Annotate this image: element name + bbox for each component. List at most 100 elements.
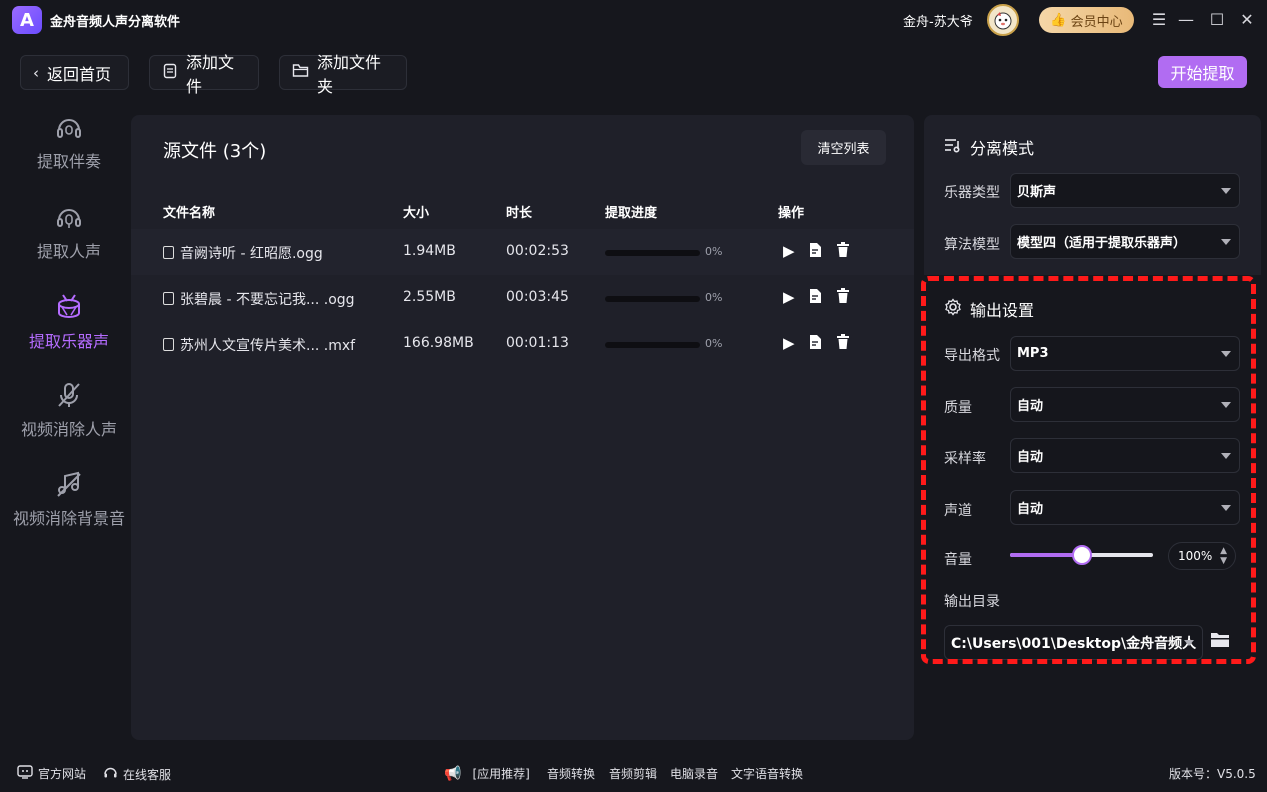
instrument-type-select[interactable]: 贝斯声 — [1010, 173, 1240, 208]
output-dir-select[interactable]: C:\Users\001\Desktop\金舟音频人 — [944, 625, 1203, 660]
column-header-name: 文件名称 — [163, 206, 216, 221]
caret-down-icon — [1184, 640, 1194, 646]
file-duration: 00:02:53 — [506, 243, 569, 259]
footer: 官方网站 在线客服 📢 [应用推荐] 音频转换 音频剪辑 电脑录音 文字语音转换… — [0, 755, 1267, 792]
sidebar-item-label: 视频消除背景音 — [12, 509, 125, 528]
sidebar-item-label: 提取乐器声 — [28, 332, 109, 351]
minimize-icon[interactable]: — — [1175, 8, 1197, 30]
stepper-arrows-icon[interactable]: ▲ ▼ — [1220, 546, 1227, 566]
output-settings-title: 输出设置 — [944, 297, 1034, 321]
quality-select[interactable]: 自动 — [1010, 387, 1240, 422]
caret-down-icon — [1221, 505, 1231, 511]
separation-mode-icon — [944, 137, 962, 157]
add-folder-button[interactable]: 添加文件夹 — [279, 53, 407, 96]
website-icon — [17, 765, 33, 782]
footer-link-audio-convert[interactable]: 音频转换 — [547, 765, 595, 782]
avatar[interactable] — [987, 4, 1019, 36]
table-row[interactable]: 苏州人文宣传片美术... .mxf 166.98MB 00:01:13 0% ▶ — [131, 321, 914, 367]
file-icon — [163, 338, 174, 351]
caret-down-icon — [1221, 188, 1231, 194]
maximize-icon[interactable]: ☐ — [1206, 8, 1228, 30]
export-format-label: 导出格式 — [944, 348, 1000, 364]
back-home-label: 返回首页 — [47, 64, 112, 84]
app-logo: A — [12, 6, 42, 34]
trash-icon[interactable] — [836, 242, 850, 262]
footer-link-audio-edit[interactable]: 音频剪辑 — [609, 765, 657, 782]
username[interactable]: 金舟-苏大爷 — [903, 11, 973, 30]
caret-down-icon — [1221, 402, 1231, 408]
gear-icon — [944, 298, 962, 320]
progress-bar — [605, 296, 700, 302]
instrument-type-label: 乐器类型 — [944, 185, 1000, 201]
vip-center-button[interactable]: 👍 会员中心 — [1039, 7, 1134, 33]
algorithm-model-label: 算法模型 — [944, 237, 1000, 253]
footer-link-text-to-speech[interactable]: 文字语音转换 — [731, 765, 803, 782]
play-icon[interactable]: ▶ — [783, 242, 795, 262]
column-header-progress: 提取进度 — [605, 206, 658, 221]
menu-icon[interactable]: ☰ — [1148, 8, 1170, 30]
volume-slider-handle[interactable] — [1071, 545, 1092, 565]
file-duration: 00:01:13 — [506, 335, 569, 351]
thumbs-up-icon: 👍 — [1050, 12, 1067, 28]
volume-stepper[interactable]: 100% ▲ ▼ — [1168, 542, 1236, 570]
trash-icon[interactable] — [836, 334, 850, 354]
footer-link-pc-record[interactable]: 电脑录音 — [670, 765, 718, 782]
app-title: 金舟音频人声分离软件 — [50, 15, 181, 30]
sidebar-item-label: 提取伴奏 — [36, 152, 101, 171]
sidebar-item-extract-accompaniment[interactable]: 提取伴奏 — [0, 110, 138, 172]
clear-list-button[interactable]: 清空列表 — [801, 130, 886, 165]
close-icon[interactable]: ✕ — [1236, 8, 1258, 30]
sidebar-item-label: 提取人声 — [36, 242, 101, 261]
file-name: 苏州人文宣传片美术... .mxf — [163, 335, 355, 355]
channel-select[interactable]: 自动 — [1010, 490, 1240, 525]
headset-mic-icon — [52, 200, 86, 234]
sidebar-item-extract-vocals[interactable]: 提取人声 — [0, 200, 138, 262]
export-format-select[interactable]: MP3 — [1010, 336, 1240, 371]
settings-panel: 分离模式 乐器类型 贝斯声 算法模型 模型四（适用于提取乐器声） 输出设置 导出… — [924, 115, 1261, 695]
file-name: 张碧晨 - 不要忘记我... .ogg — [163, 289, 355, 309]
edit-document-icon[interactable] — [808, 288, 823, 308]
document-icon — [162, 63, 178, 83]
avatar-face-icon — [994, 12, 1012, 30]
channel-label: 声道 — [944, 503, 972, 519]
official-website-link[interactable]: 官方网站 — [17, 765, 86, 782]
volume-slider[interactable] — [1010, 545, 1153, 565]
mic-off-icon — [52, 378, 86, 412]
separation-mode-title: 分离模式 — [944, 135, 1034, 159]
sidebar-item-video-remove-vocals[interactable]: 视频消除人声 — [0, 378, 138, 440]
table-header: 文件名称 大小 时长 提取进度 操作 — [131, 195, 914, 227]
caret-down-icon — [1221, 453, 1231, 459]
edit-document-icon[interactable] — [808, 334, 823, 354]
file-size: 1.94MB — [403, 243, 456, 259]
column-header-duration: 时长 — [506, 206, 533, 221]
online-support-link[interactable]: 在线客服 — [103, 765, 171, 783]
algorithm-model-select[interactable]: 模型四（适用于提取乐器声） — [1010, 224, 1240, 259]
add-file-label: 添加文件 — [186, 52, 235, 96]
drum-icon — [52, 290, 86, 324]
play-icon[interactable]: ▶ — [783, 288, 795, 308]
sidebar-item-extract-instruments[interactable]: 提取乐器声 — [0, 290, 138, 352]
file-size: 2.55MB — [403, 289, 456, 305]
play-icon[interactable]: ▶ — [783, 334, 795, 354]
sample-rate-label: 采样率 — [944, 451, 986, 467]
browse-folder-icon[interactable] — [1210, 631, 1230, 649]
source-file-panel: 源文件 (3个) 清空列表 文件名称 大小 时长 提取进度 操作 音阙诗听 - … — [131, 115, 914, 740]
sample-rate-select[interactable]: 自动 — [1010, 438, 1240, 473]
add-folder-label: 添加文件夹 — [317, 52, 382, 96]
back-home-button[interactable]: ‹ 返回首页 — [20, 55, 129, 90]
sidebar-item-video-remove-background[interactable]: 视频消除背景音 — [0, 467, 138, 529]
progress-bar — [605, 342, 700, 348]
start-extract-button[interactable]: 开始提取 — [1158, 56, 1247, 88]
progress-percent: 0% — [705, 337, 723, 350]
add-file-button[interactable]: 添加文件 — [149, 53, 259, 96]
edit-document-icon[interactable] — [808, 242, 823, 262]
table-row[interactable]: 张碧晨 - 不要忘记我... .ogg 2.55MB 00:03:45 0% ▶ — [131, 275, 914, 321]
table-row[interactable]: 音阙诗听 - 红昭愿.ogg 1.94MB 00:02:53 0% ▶ — [131, 229, 914, 275]
file-icon — [163, 292, 174, 305]
source-file-title: 源文件 (3个) — [163, 141, 267, 162]
progress-percent: 0% — [705, 291, 723, 304]
column-header-actions: 操作 — [778, 206, 805, 221]
volume-slider-fill — [1010, 553, 1082, 557]
quality-label: 质量 — [944, 400, 972, 416]
trash-icon[interactable] — [836, 288, 850, 308]
